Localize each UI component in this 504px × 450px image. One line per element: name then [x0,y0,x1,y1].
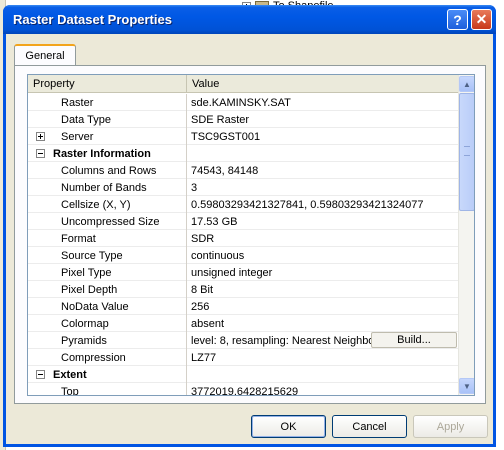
arrow-up-icon: ▲ [463,79,471,89]
property-row-pixel-depth[interactable]: Pixel Depth 8 Bit [28,281,459,298]
property-value-cell: level: 8, resampling: Nearest Neighbor B… [187,332,459,349]
property-value: 8 Bit [191,283,214,296]
property-row-raster[interactable]: Raster sde.KAMINSKY.SAT [28,94,459,111]
property-value: absent [191,317,225,330]
scroll-thumb[interactable] [459,93,474,211]
collapse-minus-icon[interactable] [36,370,45,379]
close-button[interactable]: ✕ [471,9,492,30]
property-name: Pyramids [28,332,187,349]
property-name: Format [28,230,187,247]
property-row-format[interactable]: Format SDR [28,230,459,247]
property-row-compression[interactable]: Compression LZ77 [28,349,459,366]
scroll-up-button[interactable]: ▲ [459,76,474,92]
column-header-property-label: Property [33,78,75,90]
property-value: unsigned integer [191,266,273,279]
property-row-number-of-bands[interactable]: Number of Bands 3 [28,179,459,196]
help-icon: ? [453,11,462,28]
property-name: Raster [28,94,187,111]
property-value: 3 [191,181,198,194]
property-name-server: Server [28,128,187,145]
help-button[interactable]: ? [447,9,468,30]
property-value: 74543, 84148 [191,164,259,177]
property-value: TSC9GST001 [191,130,261,143]
property-name: Data Type [28,111,187,128]
property-name: Server [61,130,94,143]
category-name: Extent [53,368,87,381]
property-name: Uncompressed Size [28,213,187,230]
property-value: 17.53 GB [191,215,238,228]
cancel-button[interactable]: Cancel [332,415,407,438]
property-row-server[interactable]: Server TSC9GST001 [28,128,459,145]
dialog-client-area: General Property Value Raster sde.KAMINS… [6,34,493,444]
raster-dataset-properties-dialog: Raster Dataset Properties ? ✕ General Pr… [3,5,496,447]
property-name: Pixel Type [28,264,187,281]
property-grid: Property Value Raster sde.KAMINSKY.SAT D… [27,74,475,396]
build-pyramids-button[interactable]: Build... [371,332,457,348]
property-row-data-type[interactable]: Data Type SDE Raster [28,111,459,128]
property-row-cellsize[interactable]: Cellsize (X, Y) 0.59803293421327841, 0.5… [28,196,459,213]
property-row-top[interactable]: Top 3772019.6428215629 [28,383,459,396]
property-name: Cellsize (X, Y) [28,196,187,213]
property-rows: Raster sde.KAMINSKY.SAT Data Type SDE Ra… [28,94,459,396]
build-button-label: Build... [397,334,431,346]
category-value [187,145,459,162]
category-name-cell: Extent [28,366,187,383]
property-value: sde.KAMINSKY.SAT [191,96,291,109]
category-row-extent[interactable]: Extent [28,366,459,383]
property-name: NoData Value [28,298,187,315]
property-row-pixel-type[interactable]: Pixel Type unsigned integer [28,264,459,281]
cancel-button-label: Cancel [352,420,387,433]
dialog-title: Raster Dataset Properties [13,12,172,27]
property-value: 3772019.6428215629 [191,385,299,396]
property-value: SDE Raster [191,113,250,126]
property-value: SDR [191,232,215,245]
property-name: Colormap [28,315,187,332]
property-name: Pixel Depth [28,281,187,298]
scroll-down-button[interactable]: ▼ [459,378,474,394]
apply-button-label: Apply [436,420,465,433]
property-name: Top [28,383,187,395]
property-value: 256 [191,300,210,313]
property-name: Number of Bands [28,179,187,196]
expand-plus-icon[interactable] [36,132,45,141]
category-name: Raster Information [53,147,151,160]
arrow-down-icon: ▼ [463,381,471,391]
close-icon: ✕ [475,11,488,27]
property-row-pyramids[interactable]: Pyramids level: 8, resampling: Nearest N… [28,332,459,349]
dialog-titlebar[interactable]: Raster Dataset Properties ? ✕ [3,5,496,34]
collapse-minus-icon[interactable] [36,149,45,158]
category-value [187,366,459,383]
category-row-raster-information[interactable]: Raster Information [28,145,459,162]
column-header-value[interactable]: Value [187,75,459,93]
ok-button-label: OK [280,420,297,433]
tab-general[interactable]: General [14,44,76,66]
property-row-columns-rows[interactable]: Columns and Rows 74543, 84148 [28,162,459,179]
tab-general-label: General [25,50,65,62]
column-header-value-label: Value [192,78,220,90]
property-name: Source Type [28,247,187,264]
property-value: continuous [191,249,245,262]
property-row-nodata-value[interactable]: NoData Value 256 [28,298,459,315]
ok-button[interactable]: OK [251,415,326,438]
property-row-uncompressed-size[interactable]: Uncompressed Size 17.53 GB [28,213,459,230]
property-name: Columns and Rows [28,162,187,179]
general-tab-panel: Property Value Raster sde.KAMINSKY.SAT D… [14,65,486,404]
property-value: LZ77 [191,351,217,364]
apply-button[interactable]: Apply [413,415,488,438]
property-name: Compression [28,349,187,366]
vertical-scrollbar[interactable]: ▲ ▼ [458,75,474,395]
property-row-source-type[interactable]: Source Type continuous [28,247,459,264]
property-value: level: 8, resampling: Nearest Neighbor [191,334,379,347]
category-name-cell: Raster Information [28,145,187,162]
property-grid-header: Property Value [28,75,459,93]
column-header-property[interactable]: Property [28,75,187,93]
property-row-colormap[interactable]: Colormap absent [28,315,459,332]
property-value: 0.59803293421327841, 0.59803293421324077 [191,198,424,211]
